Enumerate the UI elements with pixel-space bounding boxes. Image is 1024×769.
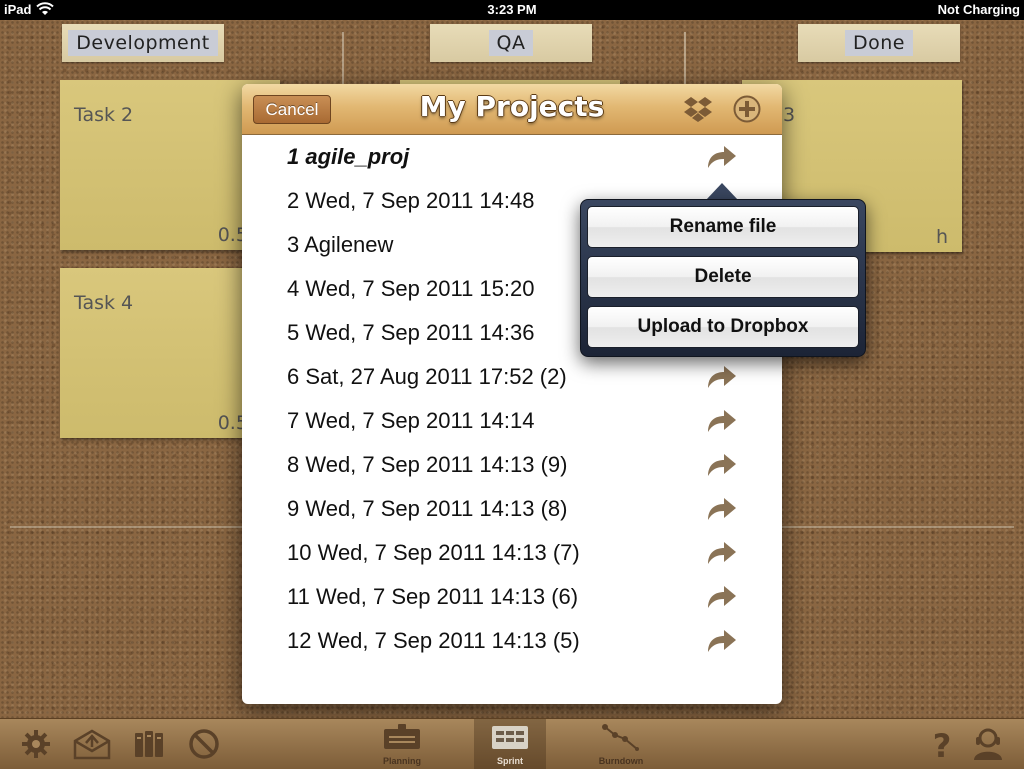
share-icon[interactable] — [704, 408, 738, 434]
bottom-toolbar: Planning Sprint Burndown ? — [0, 718, 1024, 769]
share-icon[interactable] — [704, 364, 738, 390]
share-icon[interactable] — [704, 452, 738, 478]
project-row[interactable]: 8 Wed, 7 Sep 2011 14:13 (9) — [242, 442, 782, 486]
project-name: 9 Wed, 7 Sep 2011 14:13 (8) — [287, 496, 568, 521]
add-project-icon[interactable] — [732, 94, 762, 124]
project-name: 2 Wed, 7 Sep 2011 14:48 — [287, 188, 535, 213]
mail-icon[interactable] — [72, 727, 112, 761]
project-row[interactable]: 11 Wed, 7 Sep 2011 14:13 (6) — [242, 574, 782, 618]
column-header-development: Development — [62, 24, 224, 62]
project-row[interactable]: 1 agile_proj — [242, 134, 782, 178]
svg-text:?: ? — [933, 727, 952, 761]
help-icon[interactable]: ? — [924, 727, 960, 761]
share-icon[interactable] — [704, 144, 738, 170]
sprint-icon — [492, 726, 528, 749]
share-icon[interactable] — [704, 496, 738, 522]
user-profile-icon[interactable] — [970, 727, 1006, 761]
status-bar: iPad 3:23 PM Not Charging — [0, 0, 1024, 20]
column-header-qa: QA — [430, 24, 592, 62]
project-name: 12 Wed, 7 Sep 2011 14:13 (5) — [287, 628, 580, 653]
modal-header: Cancel My Projects — [242, 84, 782, 135]
tab-burndown[interactable]: Burndown — [585, 719, 657, 769]
upload-to-dropbox-button[interactable]: Upload to Dropbox — [587, 306, 859, 348]
share-icon[interactable] — [704, 584, 738, 610]
share-icon[interactable] — [704, 628, 738, 654]
planning-icon — [384, 724, 420, 749]
project-row[interactable]: 10 Wed, 7 Sep 2011 14:13 (7) — [242, 530, 782, 574]
project-name: 1 agile_proj — [287, 144, 410, 169]
file-actions-popover: Rename file Delete Upload to Dropbox — [580, 199, 866, 357]
project-row[interactable]: 6 Sat, 27 Aug 2011 17:52 (2) — [242, 354, 782, 398]
library-books-icon[interactable] — [132, 727, 168, 761]
project-name: 10 Wed, 7 Sep 2011 14:13 (7) — [287, 540, 580, 565]
rename-file-button[interactable]: Rename file — [587, 206, 859, 248]
project-name: 11 Wed, 7 Sep 2011 14:13 (6) — [287, 584, 579, 609]
prohibited-icon[interactable] — [186, 727, 222, 761]
tab-sprint[interactable]: Sprint — [474, 719, 546, 769]
dropbox-icon[interactable] — [683, 94, 713, 124]
project-row[interactable]: 9 Wed, 7 Sep 2011 14:13 (8) — [242, 486, 782, 530]
project-name: 6 Sat, 27 Aug 2011 17:52 (2) — [287, 364, 567, 389]
burndown-chart-icon — [602, 724, 639, 751]
delete-button[interactable]: Delete — [587, 256, 859, 298]
project-row[interactable]: 7 Wed, 7 Sep 2011 14:14 — [242, 398, 782, 442]
popover-arrow — [706, 183, 738, 200]
tab-planning[interactable]: Planning — [366, 719, 438, 769]
project-name: 8 Wed, 7 Sep 2011 14:13 (9) — [287, 452, 568, 477]
projects-modal: Cancel My Projects 1 agile_proj 2 Wed, 7… — [242, 84, 782, 704]
project-name: 7 Wed, 7 Sep 2011 14:14 — [287, 408, 535, 433]
column-header-done: Done — [798, 24, 960, 62]
battery-status: Not Charging — [937, 2, 1020, 17]
clock: 3:23 PM — [487, 2, 537, 17]
share-icon[interactable] — [704, 540, 738, 566]
project-name: 3 Agilenew — [287, 232, 394, 257]
settings-gear-icon[interactable] — [18, 727, 54, 761]
project-name: 4 Wed, 7 Sep 2011 15:20 — [287, 276, 535, 301]
project-name: 5 Wed, 7 Sep 2011 14:36 — [287, 320, 535, 345]
project-row[interactable]: 12 Wed, 7 Sep 2011 14:13 (5) — [242, 618, 782, 662]
